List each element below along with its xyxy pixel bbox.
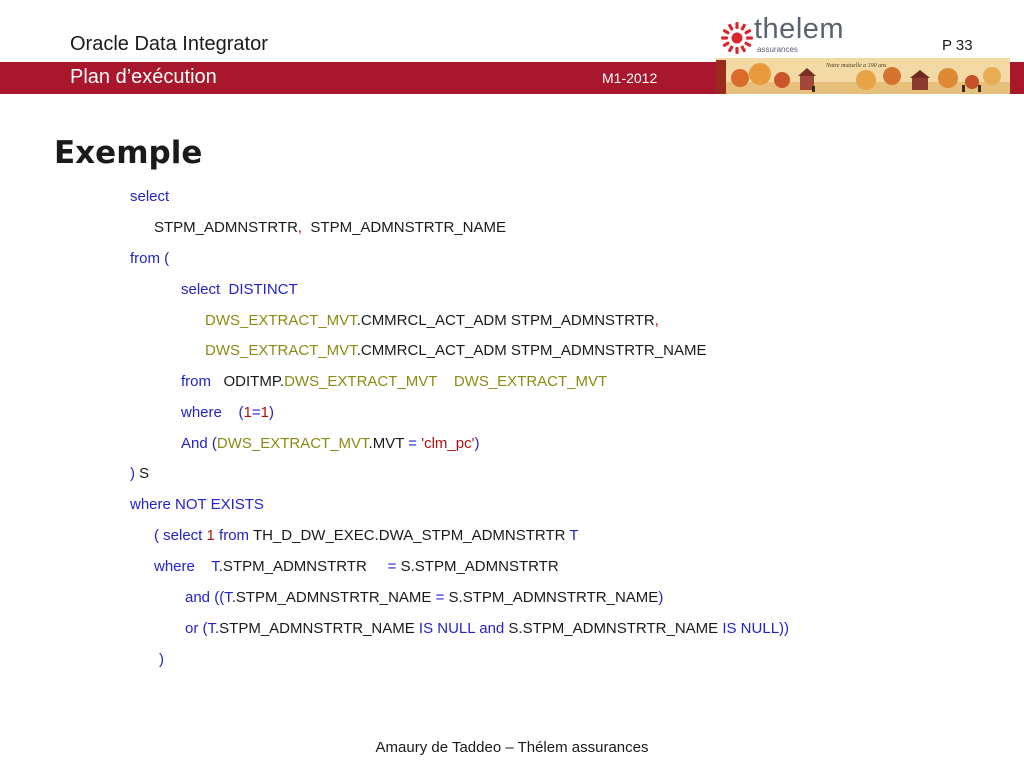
sql-keyword: IS NULL)) [722,620,790,637]
sql-text: S [135,465,150,482]
sql-keyword: where NOT EXISTS [130,496,264,513]
sql-keyword: IS NULL and [418,620,509,637]
sql-keyword: where T [154,558,219,575]
title-band-end [1010,62,1024,94]
sql-keyword: from [214,527,253,544]
code-line: DWS_EXTRACT_MVT.CMMRCL_ACT_ADM STPM_ADMN… [205,342,706,359]
sql-keyword: from ( [130,250,170,267]
code-line: from ODITMP.DWS_EXTRACT_MVT DWS_EXTRACT_… [181,373,607,390]
sql-keyword: ) [268,404,274,421]
sql-literal: 'clm_pc' [421,435,475,452]
sql-keyword: = [251,404,261,421]
sql-keyword: or (T [185,620,215,637]
sql-literal: , [654,312,659,329]
code-line: ) S [130,465,149,482]
sql-text: S.STPM_ADMNSTRTR_NAME [448,589,659,606]
sql-keyword: ) [159,651,164,668]
sql-keyword: = [435,589,449,606]
sql-text: .STPM_ADMNSTRTR_NAME [231,589,436,606]
sql-text: S.STPM_ADMNSTRTR [400,558,559,575]
logo-name: thelem [754,13,845,45]
sql-keyword: And ( [181,435,217,452]
code-line: STPM_ADMNSTRTR, STPM_ADMNSTRTR_NAME [154,219,506,236]
header-title: Oracle Data Integrator [70,33,268,55]
code-line: where T.STPM_ADMNSTRTR = S.STPM_ADMNSTRT… [154,558,559,575]
code-line: and ((T.STPM_ADMNSTRTR_NAME = S.STPM_ADM… [185,589,663,606]
sql-text: .CMMRCL_ACT_ADM STPM_ADMNSTRTR [356,312,655,329]
decorative-banner-image: Notre mutuelle a 190 ans [716,58,1010,94]
code-line: where (1=1) [181,404,274,421]
sql-keyword: = [387,558,401,575]
thelem-logo: thelem assurances [720,13,844,59]
sql-keyword: select [130,188,170,205]
sql-keyword: ) [474,435,480,452]
page-number: P 33 [942,37,973,54]
sql-text: STPM_ADMNSTRTR [154,219,298,236]
sql-text: .MVT [368,435,409,452]
sql-keyword: T [569,527,579,544]
code-line: select DISTINCT [181,281,298,298]
code-line: DWS_EXTRACT_MVT.CMMRCL_ACT_ADM STPM_ADMN… [205,312,659,329]
sql-text: .STPM_ADMNSTRTR [218,558,388,575]
sql-text: ODITMP. [211,373,285,390]
sql-literal: 1 [206,527,215,544]
sql-text: .STPM_ADMNSTRTR_NAME [215,620,419,637]
slide-subject: Plan d’exécution [70,66,217,88]
sql-keyword: from [181,373,211,390]
sql-object-name: DWS_EXTRACT_MVT [205,312,357,329]
logo-subtitle: assurances [757,45,798,54]
code-line: ( select 1 from TH_D_DW_EXEC.DWA_STPM_AD… [154,527,579,544]
code-line: or (T.STPM_ADMNSTRTR_NAME IS NULL and S.… [185,620,789,637]
sql-object-name: DWS_EXTRACT_MVT [216,435,369,452]
code-line: select [130,188,169,205]
code-line: And (DWS_EXTRACT_MVT.MVT = 'clm_pc') [181,435,479,452]
slide-date: M1-2012 [602,70,658,86]
sun-logo-icon [721,22,753,54]
section-title: Exemple [54,135,203,171]
sql-text: TH_D_DW_EXEC.DWA_STPM_ADMNSTRTR [252,527,570,544]
sql-text: S.STPM_ADMNSTRTR_NAME [508,620,723,637]
sql-keyword: ( select [154,527,207,544]
sql-literal: 1 [243,404,252,421]
sql-literal: 1 [260,404,269,421]
sql-keyword: ) [658,589,664,606]
sql-object-name: DWS_EXTRACT_MVT [205,342,357,359]
code-line: ) [159,651,164,668]
sql-keyword: = [408,435,422,452]
sql-keyword: and ((T [185,589,232,606]
code-line: where NOT EXISTS [130,496,264,513]
footer-author: Amaury de Taddeo – Thélem assurances [375,739,649,756]
sql-text: STPM_ADMNSTRTR_NAME [302,219,506,236]
sql-keyword: select DISTINCT [181,281,298,298]
sql-text: .CMMRCL_ACT_ADM STPM_ADMNSTRTR_NAME [356,342,707,359]
code-line: from ( [130,250,169,267]
sql-object-name: DWS_EXTRACT_MVT DWS_EXTRACT_MVT [284,373,608,390]
banner-caption: Notre mutuelle a 190 ans [825,63,887,69]
sql-keyword: where ( [181,404,244,421]
